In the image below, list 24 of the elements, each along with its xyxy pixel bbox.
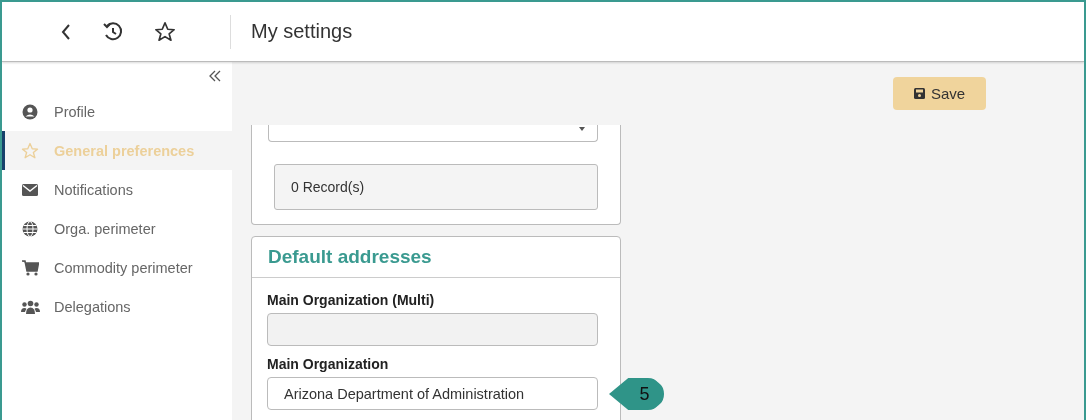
collapse-icon[interactable] [208,70,222,82]
sidebar-item[interactable]: Profile [2,92,232,131]
page-title: My settings [251,20,353,43]
input-field[interactable]: Arizona Department of Administration [267,377,598,410]
save-button[interactable]: Save [893,77,986,110]
field-label: Main Organization [267,356,390,372]
users-icon [20,299,40,314]
cart-icon [21,259,39,276]
star-icon[interactable] [154,20,176,43]
sidebar-item[interactable]: Notifications [2,170,232,209]
sidebar-item[interactable]: Commodity perimeter [2,248,232,287]
history-icon[interactable] [102,20,124,43]
sidebar-item[interactable]: Orga. perimeter [2,209,232,248]
star-icon [21,141,39,160]
dropdown-field[interactable] [268,125,598,142]
globe-icon [22,220,38,237]
back-icon[interactable] [60,22,72,41]
field-label: Main Organization (Multi) [267,292,436,308]
user-icon [22,103,38,120]
card-title: Default addresses [252,237,620,278]
caret-icon [579,127,585,131]
envelope-icon [22,183,38,196]
sidebar-item[interactable]: Delegations [2,287,232,326]
records-count: 0 Record(s) [274,164,598,210]
